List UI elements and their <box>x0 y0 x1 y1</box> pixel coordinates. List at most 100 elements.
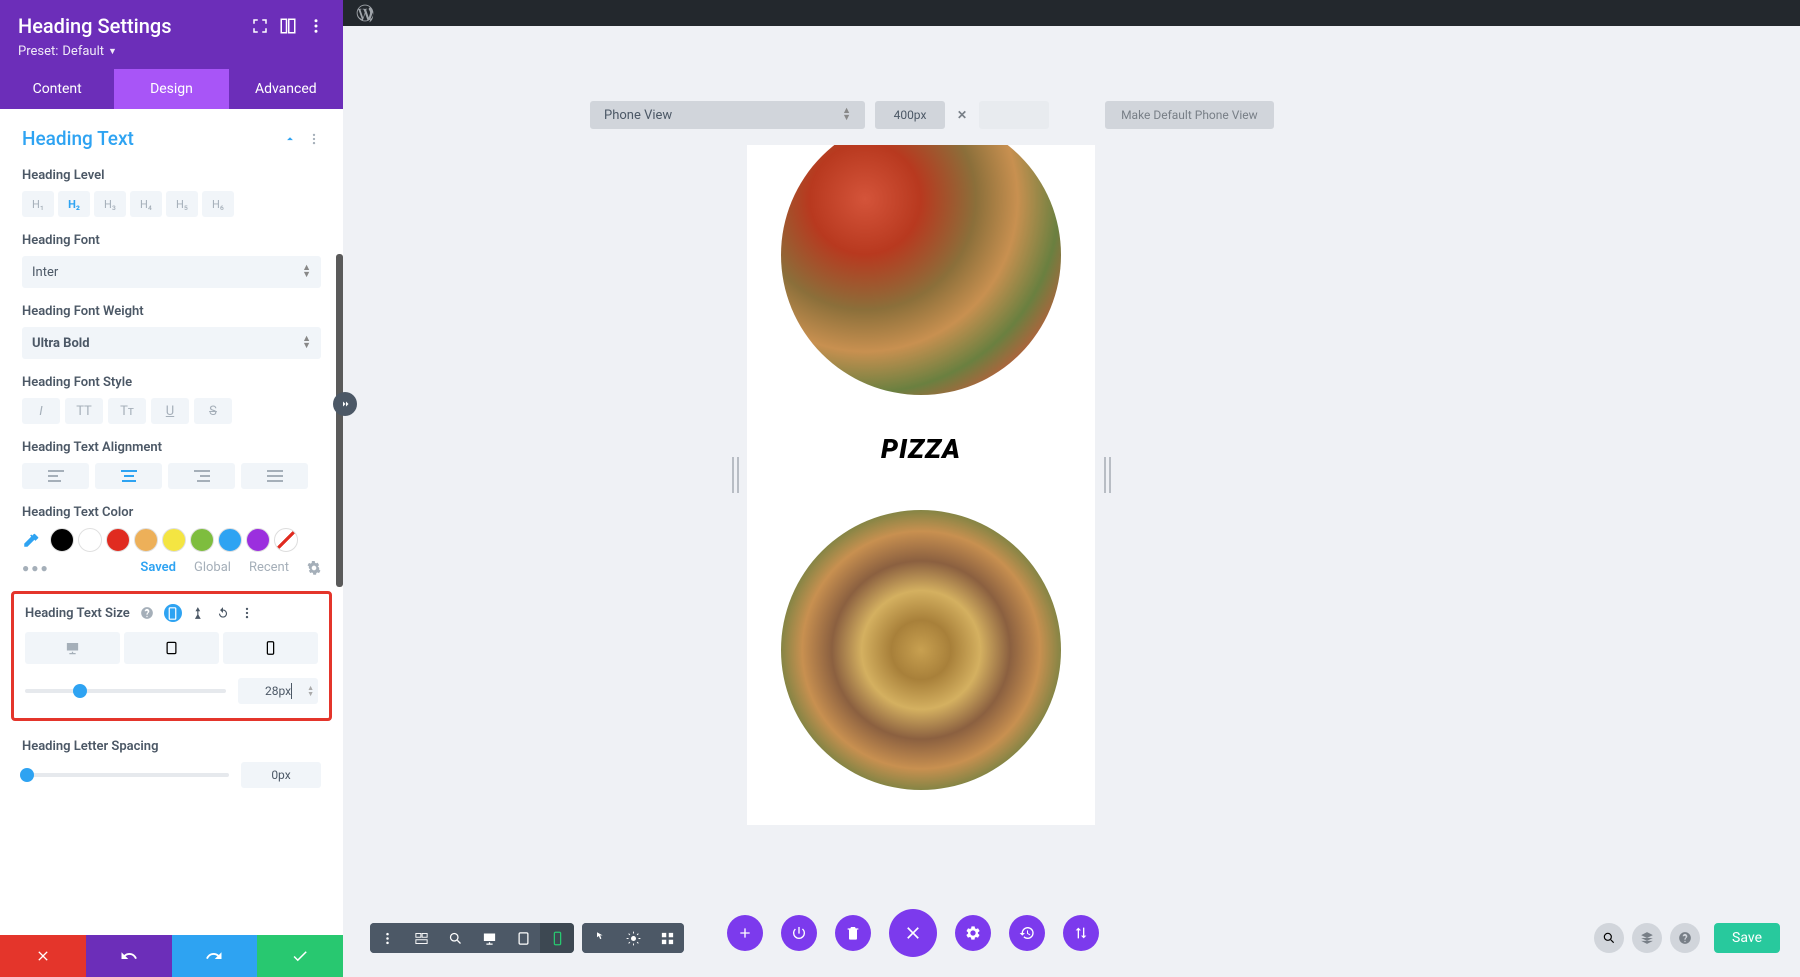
settings-sidebar: Heading Settings Preset: Default ▼ Conte… <box>0 0 343 977</box>
label-heading-font: Heading Font <box>22 233 321 248</box>
heading-level-h4[interactable]: H₄ <box>130 191 162 217</box>
align-right[interactable] <box>168 463 235 489</box>
save-button[interactable]: Save <box>1714 923 1780 953</box>
tab-design[interactable]: Design <box>114 69 228 109</box>
color-more-icon[interactable]: ●●● <box>22 561 50 575</box>
responsive-badge[interactable] <box>164 604 182 622</box>
resize-handle-right[interactable] <box>1103 455 1111 495</box>
expand-icon[interactable] <box>251 17 269 35</box>
action-power[interactable] <box>781 915 817 951</box>
undo-button[interactable] <box>86 935 172 977</box>
style-strikethrough[interactable]: S <box>194 398 232 424</box>
scrollbar[interactable] <box>336 254 343 587</box>
color-tab-saved[interactable]: Saved <box>140 560 176 575</box>
chevron-up-icon[interactable] <box>283 132 297 146</box>
tool-more[interactable] <box>370 923 404 953</box>
discard-button[interactable] <box>0 935 86 977</box>
color-none[interactable] <box>274 528 298 552</box>
align-left[interactable] <box>22 463 89 489</box>
resize-handle-left[interactable] <box>731 455 739 495</box>
confirm-button[interactable] <box>257 935 343 977</box>
tab-content[interactable]: Content <box>0 69 114 109</box>
tool-grid[interactable] <box>650 923 684 953</box>
tool-zoom[interactable] <box>438 923 472 953</box>
make-default-button[interactable]: Make Default Phone View <box>1105 101 1274 129</box>
snap-icon[interactable] <box>279 17 297 35</box>
view-height-input[interactable] <box>979 101 1049 129</box>
preview-heading-2[interactable]: PIZZA <box>747 820 1095 825</box>
color-tab-recent[interactable]: Recent <box>249 560 289 575</box>
size-more-icon[interactable] <box>240 606 254 620</box>
preview-image-2 <box>781 510 1061 790</box>
device-desktop[interactable] <box>25 632 120 664</box>
color-blue[interactable] <box>218 528 242 552</box>
color-white[interactable] <box>78 528 102 552</box>
preview-heading-1[interactable]: PIZZA <box>747 433 1095 465</box>
help-icon[interactable] <box>140 606 154 620</box>
tool-tablet[interactable] <box>506 923 540 953</box>
color-purple[interactable] <box>246 528 270 552</box>
tab-advanced[interactable]: Advanced <box>229 69 343 109</box>
color-yellow[interactable] <box>162 528 186 552</box>
right-search[interactable] <box>1594 923 1624 953</box>
action-settings[interactable] <box>955 915 991 951</box>
preview-image-1 <box>781 145 1061 395</box>
tool-brightness[interactable] <box>616 923 650 953</box>
device-phone[interactable] <box>223 632 318 664</box>
heading-level-h1[interactable]: H₁ <box>22 191 54 217</box>
phone-preview: PIZZA PIZZA <box>747 145 1095 825</box>
style-italic[interactable]: I <box>22 398 60 424</box>
style-underline[interactable]: U <box>151 398 189 424</box>
right-layers[interactable] <box>1632 923 1662 953</box>
color-settings-icon[interactable] <box>307 561 321 575</box>
section-heading-text: Heading Text <box>22 127 134 150</box>
color-black[interactable] <box>50 528 74 552</box>
action-history[interactable] <box>1009 915 1045 951</box>
tool-wireframe[interactable] <box>404 923 438 953</box>
section-more-icon[interactable] <box>307 132 321 146</box>
preset-dropdown[interactable]: Preset: Default ▼ <box>18 44 325 59</box>
right-help[interactable] <box>1670 923 1700 953</box>
reset-icon[interactable] <box>216 606 230 620</box>
dimension-separator: ✕ <box>957 108 967 122</box>
action-close[interactable] <box>889 909 937 957</box>
more-icon[interactable] <box>307 17 325 35</box>
action-sort[interactable] <box>1063 915 1099 951</box>
style-uppercase[interactable]: TT <box>65 398 103 424</box>
eyedropper-icon[interactable] <box>22 531 40 549</box>
wp-admin-bar <box>343 0 1800 26</box>
size-input[interactable]: 28px▲▼ <box>238 678 318 704</box>
spacing-input[interactable]: 0px <box>241 762 321 788</box>
sidebar-header: Heading Settings Preset: Default ▼ <box>0 0 343 69</box>
color-red[interactable] <box>106 528 130 552</box>
device-tablet[interactable] <box>124 632 219 664</box>
color-green[interactable] <box>190 528 214 552</box>
font-select[interactable]: Inter▲▼ <box>22 256 321 288</box>
align-justify[interactable] <box>241 463 308 489</box>
tool-click[interactable] <box>582 923 616 953</box>
action-add[interactable] <box>727 915 763 951</box>
view-width-input[interactable] <box>875 101 945 129</box>
color-tab-global[interactable]: Global <box>194 560 231 575</box>
panel-toggle[interactable] <box>333 392 357 416</box>
size-slider[interactable] <box>25 689 226 693</box>
heading-level-h3[interactable]: H₃ <box>94 191 126 217</box>
heading-level-h2[interactable]: H₂ <box>58 191 90 217</box>
settings-tabs: Content Design Advanced <box>0 69 343 109</box>
tool-desktop[interactable] <box>472 923 506 953</box>
action-delete[interactable] <box>835 915 871 951</box>
view-mode-select[interactable]: Phone View▲▼ <box>590 101 865 129</box>
hover-icon[interactable] <box>192 606 206 620</box>
align-center[interactable] <box>95 463 162 489</box>
heading-level-h6[interactable]: H₆ <box>202 191 234 217</box>
wordpress-icon[interactable] <box>355 3 375 23</box>
redo-button[interactable] <box>172 935 258 977</box>
color-orange[interactable] <box>134 528 158 552</box>
style-capitalize[interactable]: Tᴛ <box>108 398 146 424</box>
heading-level-h5[interactable]: H₅ <box>166 191 198 217</box>
text-size-highlighted: Heading Text Size 28px▲▼ <box>11 591 332 721</box>
label-letter-spacing: Heading Letter Spacing <box>22 739 321 754</box>
font-weight-select[interactable]: Ultra Bold▲▼ <box>22 327 321 359</box>
tool-phone[interactable] <box>540 923 574 953</box>
spacing-slider[interactable] <box>22 773 229 777</box>
